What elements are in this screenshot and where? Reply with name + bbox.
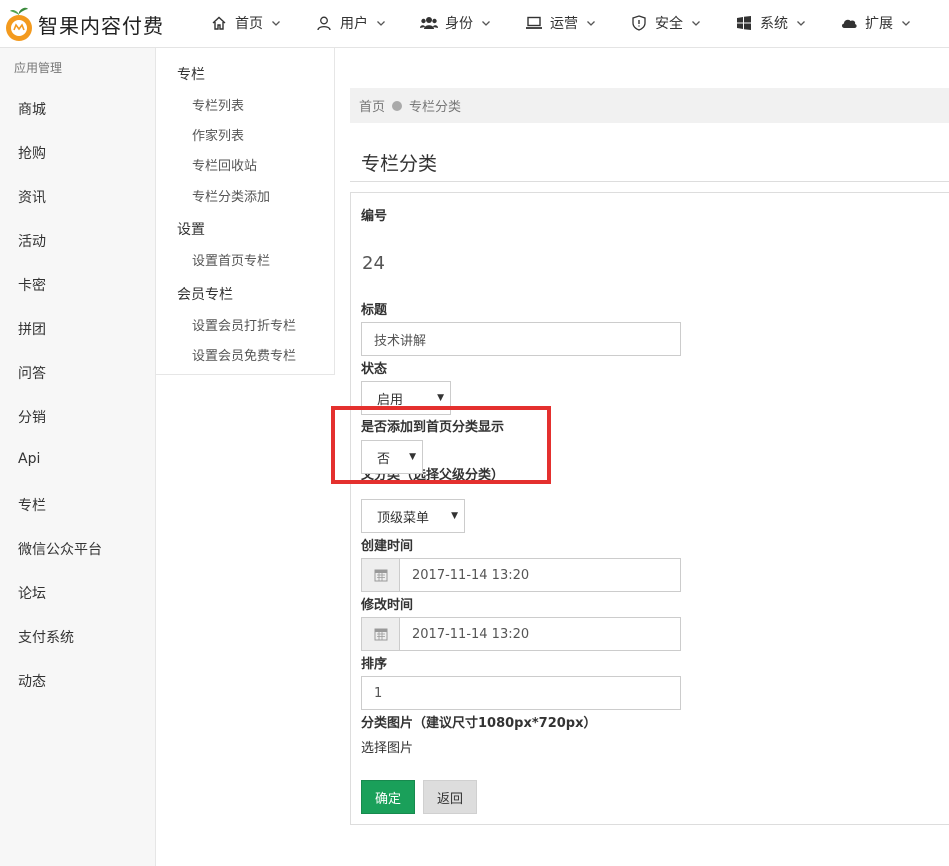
page-title: 专栏分类 (361, 153, 438, 175)
nav-item-user[interactable]: 用户 (315, 0, 386, 46)
show-home-label: 是否添加到首页分类显示 (361, 416, 509, 435)
sidebar-header: 应用管理 (14, 61, 63, 75)
user-icon (315, 14, 333, 32)
id-label: 编号 (361, 209, 388, 224)
cloud-icon (840, 14, 858, 32)
shield-icon (630, 14, 648, 32)
windows-icon (735, 14, 753, 32)
nav-label: 身份 (445, 16, 473, 32)
nav-item-system[interactable]: 系统 (735, 0, 806, 46)
modified-time-field[interactable]: 2017-11-14 13:20 (361, 617, 681, 651)
submenu-group-title: 专栏 (177, 67, 205, 83)
sidebar-item-qa[interactable]: 问答 (18, 363, 46, 383)
sidebar-item-wechat[interactable]: 微信公众平台 (18, 539, 102, 559)
id-value: 24 (362, 253, 385, 274)
chevron-down-icon (271, 18, 281, 28)
calendar-icon (362, 618, 400, 650)
sidebar-item-flash-sale[interactable]: 抢购 (18, 143, 46, 163)
submenu-item-member-discount[interactable]: 设置会员打折专栏 (192, 315, 296, 334)
sidebar-item-news[interactable]: 资讯 (18, 187, 46, 207)
submenu-item-author-list[interactable]: 作家列表 (192, 125, 244, 144)
modified-time-label: 修改时间 (361, 598, 414, 613)
sidebar-item-distribution[interactable]: 分销 (18, 407, 46, 427)
submenu-item-home-column[interactable]: 设置首页专栏 (192, 250, 270, 269)
nav-item-home[interactable]: 首页 (210, 0, 281, 46)
parent-category-select[interactable]: 顶级菜单 ▼ (361, 499, 465, 533)
nav-item-extension[interactable]: 扩展 (840, 0, 911, 46)
sidebar-item-card-key[interactable]: 卡密 (18, 275, 46, 295)
chevron-down-icon (481, 18, 491, 28)
chevron-down-icon (586, 18, 596, 28)
orange-logo-icon (4, 6, 34, 42)
breadcrumb: 首页 专栏分类 (350, 88, 949, 123)
nav-label: 扩展 (865, 16, 893, 32)
top-navbar: 智果内容付费 首页 用户 身份 运营 安全 系统 扩展 (0, 0, 949, 48)
status-select[interactable]: 启用 ▼ (361, 381, 451, 415)
calendar-icon (362, 559, 400, 591)
sidebar-item-feed[interactable]: 动态 (18, 671, 46, 691)
home-icon (210, 14, 228, 32)
chevron-down-icon (796, 18, 806, 28)
parent-category-select-value: 顶级菜单 (377, 510, 430, 526)
title-label: 标题 (361, 303, 388, 318)
nav-item-security[interactable]: 安全 (630, 0, 701, 46)
breadcrumb-home-link[interactable]: 首页 (359, 96, 385, 115)
title-input-value: 技术讲解 (374, 333, 427, 349)
breadcrumb-current: 专栏分类 (409, 100, 462, 115)
dropdown-arrow-icon: ▼ (409, 452, 416, 462)
show-home-select-value: 否 (377, 451, 391, 467)
submenu-item-member-free[interactable]: 设置会员免费专栏 (192, 345, 296, 364)
show-home-select[interactable]: 否 ▼ (361, 440, 423, 474)
nav-item-identity[interactable]: 身份 (420, 0, 491, 46)
submenu-item-column-list[interactable]: 专栏列表 (192, 95, 244, 114)
back-button[interactable]: 返回 (423, 780, 477, 814)
modified-time-value: 2017-11-14 13:20 (412, 626, 530, 642)
category-image-label: 分类图片（建议尺寸1080px*720px） (361, 716, 597, 731)
group-icon (420, 14, 438, 32)
status-label: 状态 (361, 362, 388, 377)
nav-label: 安全 (655, 16, 683, 32)
sidebar-item-forum[interactable]: 论坛 (18, 583, 46, 603)
dropdown-arrow-icon: ▼ (437, 393, 444, 403)
brand-logo[interactable]: 智果内容付费 (4, 4, 164, 44)
chevron-down-icon (691, 18, 701, 28)
status-select-value: 启用 (377, 392, 404, 408)
nav-label: 首页 (235, 16, 263, 32)
submenu-item-category-add[interactable]: 专栏分类添加 (192, 186, 270, 205)
nav-label: 运营 (550, 16, 578, 32)
nav-item-operation[interactable]: 运营 (525, 0, 596, 46)
main-nav: 首页 用户 身份 运营 安全 系统 扩展 (210, 0, 945, 46)
sidebar-item-api[interactable]: Api (18, 451, 40, 467)
title-divider (350, 181, 949, 182)
nav-label: 系统 (760, 16, 788, 32)
sort-input[interactable]: 1 (361, 676, 681, 710)
created-time-label: 创建时间 (361, 539, 414, 554)
app-sidebar: 应用管理 商城 抢购 资讯 活动 卡密 拼团 问答 分销 Api 专栏 微信公众… (0, 48, 156, 866)
sidebar-item-activity[interactable]: 活动 (18, 231, 46, 251)
submenu-group-title: 设置 (177, 222, 205, 238)
created-time-value: 2017-11-14 13:20 (412, 567, 530, 583)
sidebar-item-mall[interactable]: 商城 (18, 99, 46, 119)
sidebar-item-group-buy[interactable]: 拼团 (18, 319, 46, 339)
sidebar-item-column[interactable]: 专栏 (18, 495, 46, 515)
title-input[interactable]: 技术讲解 (361, 322, 681, 356)
nav-label: 用户 (340, 16, 368, 32)
breadcrumb-separator-icon (392, 100, 403, 111)
dropdown-arrow-icon: ▼ (451, 511, 458, 521)
chevron-down-icon (901, 18, 911, 28)
submenu-item-column-recycle[interactable]: 专栏回收站 (192, 155, 257, 174)
sidebar-item-payment[interactable]: 支付系统 (18, 627, 74, 647)
sub-menu: 专栏 专栏列表 作家列表 专栏回收站 专栏分类添加 设置 设置首页专栏 会员专栏… (156, 48, 335, 375)
confirm-button[interactable]: 确定 (361, 780, 415, 814)
sort-input-value: 1 (374, 685, 383, 701)
created-time-field[interactable]: 2017-11-14 13:20 (361, 558, 681, 592)
submenu-group-title: 会员专栏 (177, 287, 233, 303)
choose-image-link[interactable]: 选择图片 (361, 737, 413, 756)
laptop-icon (525, 14, 543, 32)
sort-label: 排序 (361, 657, 388, 672)
chevron-down-icon (376, 18, 386, 28)
brand-name: 智果内容付费 (38, 13, 164, 38)
